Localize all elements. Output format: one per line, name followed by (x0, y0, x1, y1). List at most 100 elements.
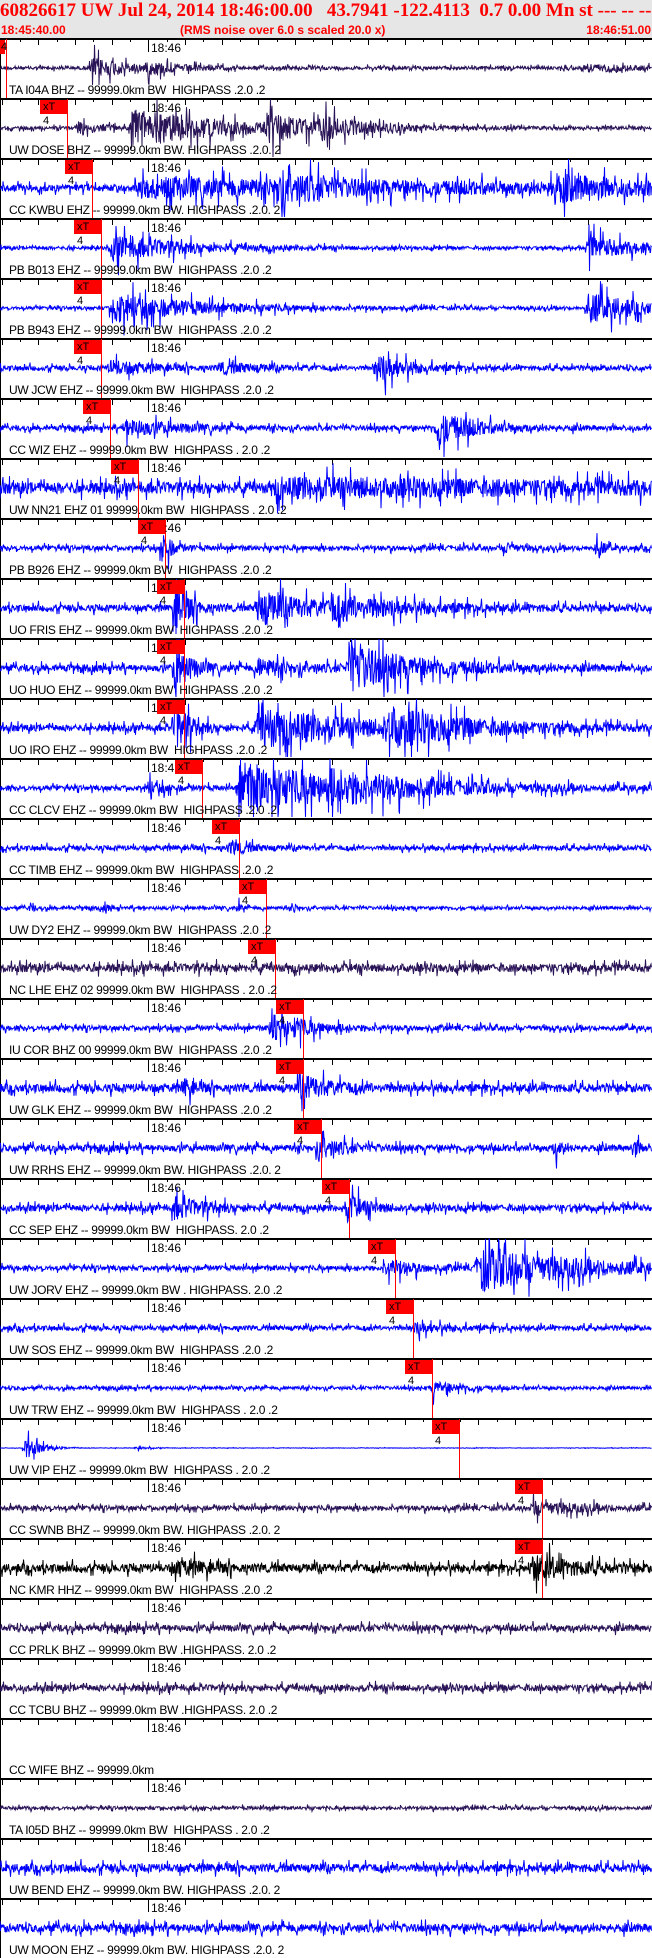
time-marker-label: 18:46 (151, 1001, 182, 1015)
pick-marker[interactable]: xT 4 (138, 520, 165, 547)
trace-panel: 18:46 UW RRHS EHZ -- 99999.0km BW. HIGHPA… (0, 1118, 652, 1180)
time-marker-label: 18:46 (151, 221, 182, 235)
pick-marker[interactable]: xT 4 (515, 1480, 542, 1507)
station-label: PB B943 EHZ -- 99999.0km BW HIGHPASS .2.… (9, 323, 272, 337)
station-label: NC LHE EHZ 02 99999.0km BW HIGHPASS . 2.… (9, 983, 277, 997)
pick-marker[interactable]: 4 (0, 40, 7, 54)
scaling-note: (RMS noise over 6.0 s scaled 20.0 x) (180, 23, 386, 37)
time-marker-label: 18:46 (151, 1841, 182, 1855)
trace-panel: 18:46 UW NN21 EHZ 01 99999.0km BW HIGHPAS… (0, 458, 652, 520)
station-label: UW DOSE BHZ -- 99999.0km BW. HIGHPASS .2… (9, 143, 281, 157)
pick-marker[interactable]: xT 4 (405, 1360, 432, 1387)
trace-panel: 18:46UO FRIS EHZ -- 99999.0km BW HIGHPAS… (0, 578, 652, 640)
time-marker-label: 18:46 (151, 1241, 182, 1255)
waveform (0, 958, 652, 977)
time-marker-label: 18:46 (151, 1781, 182, 1795)
pick-marker[interactable]: xT 4 (386, 1300, 413, 1327)
time-marker-label: 18:46 (151, 881, 182, 895)
pick-marker[interactable]: xT 4 (157, 700, 184, 727)
trace-panel: 18:46 CC TCBU BHZ -- 99999.0km BW .HIGHPA… (0, 1658, 652, 1718)
station-label: UW JCW EHZ -- 99999.0km BW HIGHPASS .2.0… (9, 383, 274, 397)
waveform (0, 1620, 652, 1636)
pick-marker[interactable]: xT 4 (322, 1180, 349, 1207)
trace-panel: 18:46 UW DY2 EHZ -- 99999.0km BW HIGHPASS… (0, 878, 652, 940)
time-marker-label: 18:46 (151, 341, 182, 355)
trace-panel: 18:46 UW VIP EHZ -- 99999.0km BW HIGHPASS… (0, 1418, 652, 1480)
trace-panel: 18:46 UW GLK EHZ -- 99999.0km BW HIGHPASS… (0, 1058, 652, 1120)
time-marker-label: 18:46 (151, 1541, 182, 1555)
station-label: UO HUO EHZ -- 99999.0km BW HIGHPASS .2.0… (9, 683, 273, 697)
waveform (0, 897, 652, 914)
time-marker-label: 18:46 (151, 821, 182, 835)
pick-marker[interactable]: xT 4 (294, 1120, 321, 1147)
station-label: PB B926 EHZ -- 99999.0km BW HIGHPASS .2.… (9, 563, 272, 577)
pick-marker[interactable]: xT 4 (432, 1420, 459, 1447)
pick-marker[interactable]: xT 4 (276, 1000, 303, 1027)
station-label: UW GLK EHZ -- 99999.0km BW HIGHPASS .2.0… (9, 1103, 272, 1117)
trace-panel: 18:46 CC CLCV EHZ -- 99999.0km BW HIGHPAS… (0, 758, 652, 820)
waveform (0, 1919, 652, 1938)
time-marker-label: 18:46 (151, 101, 182, 115)
station-label: UW RRHS EHZ -- 99999.0km BW. HIGHPASS .2… (9, 1163, 281, 1177)
trace-panel: 18:46 UW JCW EHZ -- 99999.0km BW HIGHPASS… (0, 338, 652, 400)
time-marker-label: 18:46 (151, 1601, 182, 1615)
trace-panel: 18:46 IU COR BHZ 00 99999.0km BW HIGHPASS… (0, 998, 652, 1060)
station-label: CC TIMB EHZ -- 99999.0km BW HIGHPASS .2.… (9, 863, 274, 877)
station-label: NC KMR HHZ -- 99999.0km BW HIGHPASS .2.0… (9, 1583, 273, 1597)
pick-marker[interactable]: xT 4 (74, 340, 101, 367)
station-label: CC CLCV EHZ -- 99999.0km BW HIGHPASS .2.… (9, 803, 277, 817)
station-label: UW TRW EHZ -- 99999.0km BW HIGHPASS . 2.… (9, 1403, 278, 1417)
trace-panel: 18:46 CC SWNB BHZ -- 99999.0km BW. HIGHPA… (0, 1478, 652, 1540)
trace-panel: 18:46 CC PRLK BHZ -- 99999.0km BW .HIGHPA… (0, 1598, 652, 1658)
station-label: CC SEP EHZ -- 99999.0km BW HIGHPASS. 2.0… (9, 1223, 269, 1237)
pick-marker[interactable]: xT 4 (40, 100, 67, 127)
trace-panel: 18:46UO HUO EHZ -- 99999.0km BW HIGHPASS… (0, 638, 652, 700)
pick-marker[interactable]: xT 4 (239, 880, 266, 907)
time-marker-label: 18:46 (151, 161, 182, 175)
station-label: UW DY2 EHZ -- 99999.0km BW HIGHPASS .2.0… (9, 923, 271, 937)
station-label: TA I04A BHZ -- 99999.0km BW HIGHPASS .2.… (9, 83, 266, 97)
pick-marker[interactable]: xT 4 (83, 400, 110, 427)
trace-panel: 18:46 PB B926 EHZ -- 99999.0km BW HIGHPAS… (0, 518, 652, 580)
time-marker-label: 18:46 (151, 401, 182, 415)
trace-panel: 18:46 UW DOSE BHZ -- 99999.0km BW. HIGHPA… (0, 98, 652, 160)
event-title: 60826617 UW Jul 24, 2014 18:46:00.00 43.… (0, 0, 652, 21)
pick-marker[interactable]: xT 4 (74, 220, 101, 247)
station-label: UW VIP EHZ -- 99999.0km BW HIGHPASS . 2.… (9, 1463, 270, 1477)
station-label: PB B013 EHZ -- 99999.0km BW HIGHPASS .2.… (9, 263, 272, 277)
trace-panel: 18:46UO IRO EHZ -- 99999.0km BW HIGHPASS… (0, 698, 652, 760)
trace-panel: 18:46 PB B943 EHZ -- 99999.0km BW HIGHPAS… (0, 278, 652, 340)
pick-marker[interactable]: xT 4 (515, 1540, 542, 1567)
station-label: CC WIFE BHZ -- 99999.0km (9, 1763, 154, 1777)
pick-marker[interactable]: xT 4 (157, 580, 184, 607)
trace-panel: 18:46 UW SOS EHZ -- 99999.0km BW HIGHPASS… (0, 1298, 652, 1360)
station-label: CC SWNB BHZ -- 99999.0km BW. HIGHPASS .2… (9, 1523, 281, 1537)
waveform (0, 1319, 652, 1342)
trace-panel: 18:46 UW MOON EHZ -- 99999.0km BW. HIGHPA… (0, 1898, 652, 1958)
trace-panel: 18:46 TA I04A BHZ -- 99999.0km BW HIGHPAS… (0, 38, 652, 100)
seismogram-viewer: 60826617 UW Jul 24, 2014 18:46:00.00 43.… (0, 0, 652, 1958)
pick-marker[interactable]: xT 4 (276, 1060, 303, 1087)
time-marker-label: 18:46 (151, 281, 182, 295)
time-marker-label: 18:46 (151, 1661, 182, 1675)
pick-marker[interactable]: xT 4 (157, 640, 184, 667)
pick-marker[interactable]: xT 4 (368, 1240, 395, 1267)
station-label: UW NN21 EHZ 01 99999.0km BW HIGHPASS . 2… (9, 503, 287, 517)
waveform (0, 1803, 652, 1814)
pick-marker[interactable]: xT 4 (74, 280, 101, 307)
waveform (0, 838, 652, 856)
pick-marker[interactable]: xT 4 (111, 460, 138, 487)
pick-marker[interactable]: xT 4 (212, 820, 239, 847)
trace-panel: 18:46 PB B013 EHZ -- 99999.0km BW HIGHPAS… (0, 218, 652, 280)
trace-panel: 18:46 CC TIMB EHZ -- 99999.0km BW HIGHPAS… (0, 818, 652, 880)
pick-marker[interactable]: xT 4 (175, 760, 202, 787)
waveform (0, 1858, 652, 1878)
trace-panel: 18:46 TA I05D BHZ -- 99999.0km BW HIGHPAS… (0, 1778, 652, 1838)
time-marker-label: 18:46 (151, 461, 182, 475)
trace-panel: 18:46 UW BEND EHZ -- 99999.0km BW. HIGHPA… (0, 1838, 652, 1898)
pick-marker[interactable]: xT 4 (65, 160, 92, 187)
time-marker-label: 18:46 (151, 1301, 182, 1315)
trace-panel: 18:46 CC KWBU EHZ -- 99999.0km BW. HIGHPA… (0, 158, 652, 220)
station-label: CC TCBU BHZ -- 99999.0km BW .HIGHPASS. 2… (9, 1703, 278, 1717)
pick-marker[interactable]: xT 4 (248, 940, 275, 967)
